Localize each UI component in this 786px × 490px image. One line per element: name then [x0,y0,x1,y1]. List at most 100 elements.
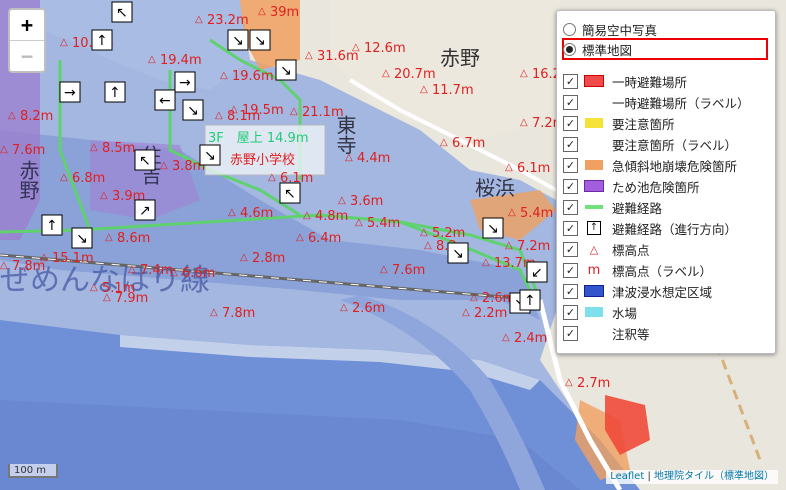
svg-text:↙: ↙ [531,265,543,281]
overlay-label: 水場 [612,305,638,321]
overlay-row[interactable]: ✓ 要注意箇所（ラベル） [563,134,737,154]
route-arrow-icon: ↗ [134,199,156,221]
radio-standard[interactable] [563,42,576,56]
elevation-label: 2.2m [474,306,507,321]
elevation-triangle-icon: △ [345,152,353,163]
overlay-row[interactable]: ✓ 避難経路 [563,197,662,217]
school-label: 赤野小学校 [230,152,295,168]
tiles-link[interactable]: 地理院タイル（標準地図） [654,471,774,482]
overlay-checkbox[interactable]: ✓ [563,241,578,257]
elevation-label: 4.4m [357,151,390,166]
route-arrow-icon: ↘ [447,242,469,264]
overlay-row[interactable]: ✓ 津波浸水想定区域 [563,281,712,301]
overlay-checkbox[interactable]: ✓ [563,73,578,89]
route-arrow-icon: ↖ [134,149,156,171]
elevation-label: 2.6m [352,301,385,316]
elevation-label: 19.6m [232,69,274,84]
elevation-triangle-icon: △ [340,302,348,313]
overlay-checkbox[interactable]: ✓ [563,220,578,236]
overlay-label: 避難経路（進行方向） [612,221,738,237]
overlay-row[interactable]: ✓ 一時避難場所（ラベル） [563,92,750,112]
base-layer-aerial[interactable]: 簡易空中写真 [563,19,657,39]
attribution-separator: | [644,471,654,482]
overlay-row[interactable]: ✓ △ 標高点 [563,239,650,259]
overlay-checkbox[interactable]: ✓ [563,136,578,152]
overlay-checkbox[interactable]: ✓ [563,199,578,215]
overlay-row[interactable]: ✓ 急傾斜地崩壊危険箇所 [563,155,737,175]
overlay-swatch-icon: ↑ [584,221,604,235]
route-arrow-icon: ↙ [526,261,548,283]
overlay-checkbox[interactable]: ✓ [563,115,578,131]
overlay-row[interactable]: ✓ 一時避難場所 [563,71,687,91]
elevation-label: 7.8m [222,306,255,321]
route-arrow-icon: ↘ [199,144,221,166]
route-arrow-icon: ↘ [249,29,271,51]
route-arrow-icon: ↘ [227,29,249,51]
elevation-label: 2.4m [514,331,547,346]
elevation-triangle-icon: △ [60,37,68,48]
elevation-triangle-icon: △ [505,240,513,251]
place-label-akano-west: 赤野 [16,160,40,200]
elevation-triangle-icon: △ [355,217,363,228]
overlay-row[interactable]: ✓ 水場 [563,302,637,322]
overlay-label: 要注意箇所 [612,116,675,132]
elevation-triangle-icon: △ [215,110,223,121]
overlay-checkbox[interactable]: ✓ [563,178,578,194]
route-arrow-icon: ↑ [519,289,541,311]
overlay-label: 標高点（ラベル） [612,263,713,279]
route-arrow-icon: ← [154,89,176,111]
overlay-swatch-icon [584,96,604,108]
overlay-checkbox[interactable]: ✓ [563,325,578,341]
elevation-triangle-icon: △ [470,292,478,303]
elevation-label: 7.6m [12,143,45,158]
overlay-checkbox[interactable]: ✓ [563,262,578,278]
base-layer-standard[interactable]: 標準地図 [563,39,632,59]
elevation-label: 5.4m [367,216,400,231]
elevation-label: 31.6m [317,49,359,64]
overlay-row[interactable]: ✓ m 標高点（ラベル） [563,260,712,280]
overlay-label: 注釈等 [612,326,650,342]
overlay-row[interactable]: ✓ ↑ 避難経路（進行方向） [563,218,737,238]
overlay-row[interactable]: ✓ 要注意箇所 [563,113,675,133]
elevation-label: 23.2m [207,13,249,28]
elevation-label: 4.6m [240,206,273,221]
elevation-triangle-icon: △ [565,377,573,388]
elevation-label: 6.6m [182,266,215,281]
overlay-row[interactable]: ✓ ため池危険箇所 [563,176,700,196]
overlay-swatch-icon [584,138,604,150]
elevation-triangle-icon: △ [462,307,470,318]
elevation-label: 2.8m [252,251,285,266]
elevation-triangle-icon: △ [195,14,203,25]
elevation-triangle-icon: △ [128,264,136,275]
svg-text:→: → [179,75,191,91]
overlay-swatch-icon [584,201,604,213]
overlay-label: 避難経路 [612,200,663,216]
overlay-checkbox[interactable]: ✓ [563,283,578,299]
elevation-triangle-icon: △ [424,240,432,251]
svg-text:↘: ↘ [187,103,199,119]
overlay-checkbox[interactable]: ✓ [563,304,578,320]
elevation-label: 12.6m [364,41,406,56]
elevation-label: 7.2m [517,239,550,254]
elevation-label: 6.1m [517,161,550,176]
svg-text:↑: ↑ [524,293,536,309]
elevation-label: 21.1m [302,105,344,120]
elevation-label: 7.4m [140,263,173,278]
leaflet-link[interactable]: Leaflet [610,471,644,482]
zoom-in-button[interactable]: + [10,10,44,40]
route-arrow-icon: ↖ [111,1,133,23]
overlay-row[interactable]: ✓ 注釈等 [563,323,650,343]
svg-text:↑: ↑ [96,33,108,49]
elevation-triangle-icon: △ [290,106,298,117]
overlay-checkbox[interactable]: ✓ [563,157,578,173]
svg-text:↘: ↘ [76,231,88,247]
elevation-label: 6.4m [308,231,341,246]
elevation-label: 7.6m [392,263,425,278]
route-arrow-icon: ↘ [275,59,297,81]
overlay-checkbox[interactable]: ✓ [563,94,578,110]
radio-aerial[interactable] [563,22,576,36]
elevation-triangle-icon: △ [520,68,528,79]
elevation-triangle-icon: △ [228,207,236,218]
elevation-triangle-icon: △ [305,50,313,61]
zoom-out-button[interactable]: − [10,40,44,71]
